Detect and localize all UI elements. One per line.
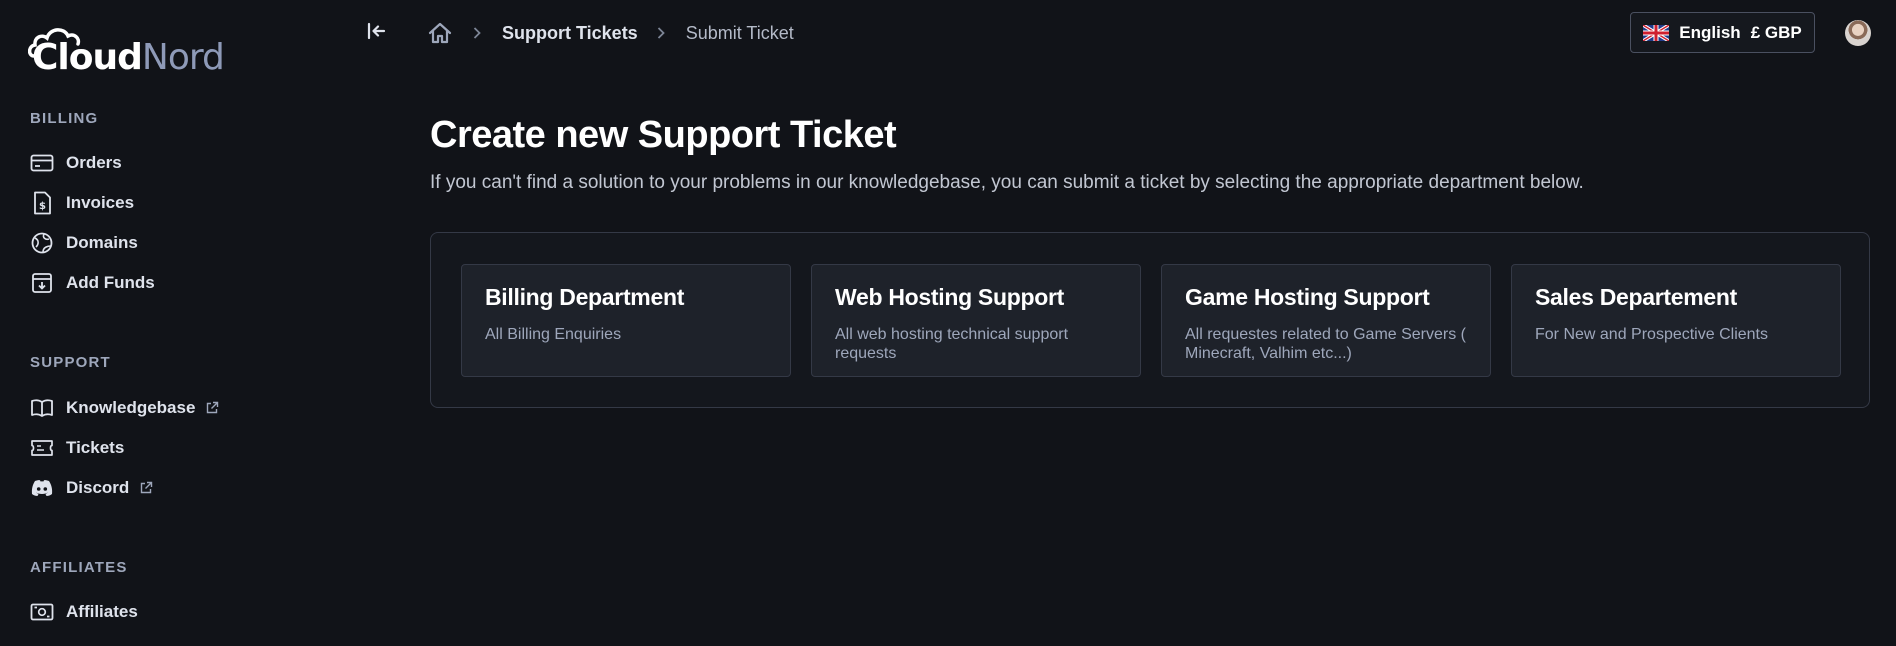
cloudnord-logo[interactable]: CloudNord: [28, 22, 225, 82]
download-box-icon: [30, 271, 54, 295]
sidebar-item-orders[interactable]: Orders: [30, 148, 122, 178]
department-name: Web Hosting Support: [835, 284, 1064, 310]
departments-panel: Billing Department All Billing Enquiries…: [430, 232, 1870, 408]
department-description: All web hosting technical support reques…: [835, 326, 1069, 362]
external-link-icon: [139, 481, 153, 495]
svg-text:$: $: [39, 201, 46, 212]
cash-icon: [30, 600, 54, 624]
chevron-right-icon: [472, 26, 484, 40]
department-description: All requestes related to Game Servers ( …: [1185, 326, 1467, 362]
department-name: Game Hosting Support: [1185, 284, 1430, 310]
brand-wordmark: CloudNord: [32, 37, 225, 78]
globe-icon: [30, 231, 54, 255]
department-name: Billing Department: [485, 284, 685, 310]
discord-icon: [30, 476, 54, 500]
department-card-sales[interactable]: Sales Departement For New and Prospectiv…: [1511, 264, 1841, 377]
department-name: Sales Departement: [1535, 284, 1737, 310]
book-icon: [30, 396, 54, 420]
department-card-web-hosting[interactable]: Web Hosting Support All web hosting tech…: [811, 264, 1141, 377]
brand-part2: Nord: [141, 37, 225, 78]
sidebar-item-tickets[interactable]: Tickets: [30, 433, 124, 463]
app: CloudNord BILLING Orders $ Invoices Doma…: [0, 0, 1896, 646]
collapse-left-icon: [367, 22, 387, 45]
section-title-billing: BILLING: [30, 110, 99, 127]
sidebar-item-domains[interactable]: Domains: [30, 228, 138, 258]
breadcrumb: Support Tickets Submit Ticket: [428, 18, 794, 48]
sidebar-item-label: Discord: [66, 478, 130, 497]
external-link-icon: [205, 401, 219, 415]
ticket-icon: [30, 436, 54, 460]
sidebar-item-invoices[interactable]: $ Invoices: [30, 188, 134, 218]
department-description: All Billing Enquiries: [485, 326, 622, 343]
brand-part1: Cloud: [32, 37, 143, 78]
uk-flag-icon: [1642, 23, 1671, 42]
sidebar-item-add-funds[interactable]: Add Funds: [30, 268, 155, 298]
invoice-dollar-icon: $: [30, 191, 54, 215]
page-title: Create new Support Ticket: [430, 114, 897, 156]
breadcrumb-current: Submit Ticket: [685, 22, 794, 43]
credit-card-icon: [30, 151, 54, 175]
sidebar-item-label: Orders: [66, 153, 122, 172]
chevron-right-icon: [656, 26, 668, 40]
collapse-sidebar-button[interactable]: [364, 20, 390, 46]
sidebar: CloudNord BILLING Orders $ Invoices Doma…: [0, 0, 330, 646]
sidebar-item-label: Domains: [66, 233, 138, 252]
sidebar-item-label: Affiliates: [66, 602, 138, 621]
breadcrumb-support-tickets[interactable]: Support Tickets: [502, 23, 638, 44]
avatar[interactable]: [1845, 20, 1871, 46]
language-label: English: [1679, 22, 1741, 42]
sidebar-item-discord[interactable]: Discord: [30, 473, 153, 503]
sidebar-item-label: Invoices: [66, 193, 135, 212]
sidebar-item-knowledgebase[interactable]: Knowledgebase: [30, 393, 219, 423]
language-currency-selector[interactable]: English £ GBP: [1630, 12, 1815, 53]
department-card-game-hosting[interactable]: Game Hosting Support All requestes relat…: [1161, 264, 1491, 377]
page-subtitle: If you can't find a solution to your pro…: [430, 172, 1584, 193]
sidebar-item-affiliates[interactable]: Affiliates: [30, 597, 138, 627]
currency-label: £ GBP: [1750, 22, 1802, 42]
home-icon[interactable]: [428, 20, 454, 46]
department-description: For New and Prospective Clients: [1535, 326, 1768, 343]
sidebar-item-label: Add Funds: [66, 273, 155, 292]
sidebar-item-label: Knowledgebase: [66, 398, 196, 417]
section-title-support: SUPPORT: [30, 354, 111, 371]
section-title-affiliates: AFFILIATES: [30, 559, 128, 576]
sidebar-item-label: Tickets: [66, 438, 125, 457]
department-card-billing[interactable]: Billing Department All Billing Enquiries: [461, 264, 791, 377]
